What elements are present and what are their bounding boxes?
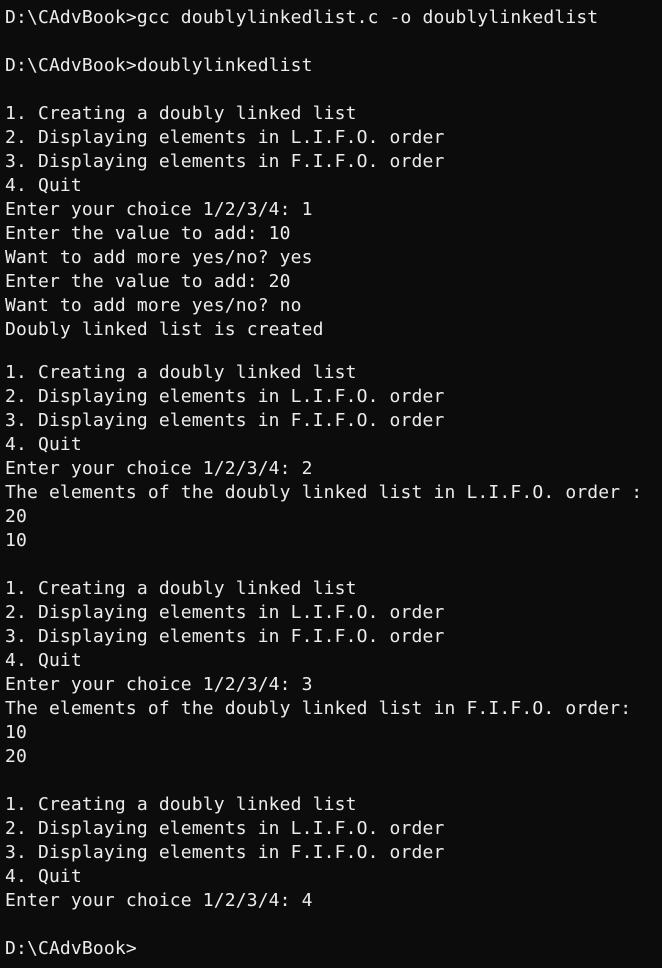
console-line: 2. Displaying elements in L.I.F.O. order [5,602,445,623]
console-line: 1. Creating a doubly linked list [5,103,357,124]
console-line: 10 [5,722,27,743]
console-line: 3. Displaying elements in F.I.F.O. order [5,410,445,431]
command-prompt[interactable]: D:\CAdvBook> [5,937,137,961]
console-line: Enter your choice 1/2/3/4: 4 [5,890,313,911]
console-line: The elements of the doubly linked list i… [5,482,643,503]
console-line: Enter your choice 1/2/3/4: 3 [5,674,313,695]
console-line: Enter your choice 1/2/3/4: 1 [5,199,313,220]
console-line: Enter your choice 1/2/3/4: 2 [5,458,313,479]
console-line: 2. Displaying elements in L.I.F.O. order [5,386,445,407]
console-line: Enter the value to add: 10 [5,223,291,244]
console-line: Want to add more yes/no? yes [5,247,313,268]
console-line: 1. Creating a doubly linked list [5,578,357,599]
console-line: 3. Displaying elements in F.I.F.O. order [5,151,445,172]
console-line: Want to add more yes/no? no [5,295,302,316]
console-line: Doubly linked list is created [5,319,324,340]
console-line: 4. Quit [5,650,82,671]
console-line: 3. Displaying elements in F.I.F.O. order [5,626,445,647]
console-line: 3. Displaying elements in F.I.F.O. order [5,842,445,863]
console-line: 20 [5,506,27,527]
console-line: D:\CAdvBook>doublylinkedlist [5,55,313,76]
console-line: 4. Quit [5,866,82,887]
console-line: 10 [5,530,27,551]
console-line: 4. Quit [5,434,82,455]
console-line: 1. Creating a doubly linked list [5,362,357,383]
console-line: 2. Displaying elements in L.I.F.O. order [5,127,445,148]
console-window[interactable]: D:\CAdvBook>gcc doublylinkedlist.c -o do… [0,0,662,968]
console-line: D:\CAdvBook>gcc doublylinkedlist.c -o do… [5,7,599,28]
console-line: The elements of the doubly linked list i… [5,698,632,719]
console-line: 1. Creating a doubly linked list [5,794,357,815]
console-line: 4. Quit [5,175,82,196]
console-line: Enter the value to add: 20 [5,271,291,292]
console-line: 2. Displaying elements in L.I.F.O. order [5,818,445,839]
console-line: 20 [5,746,27,767]
